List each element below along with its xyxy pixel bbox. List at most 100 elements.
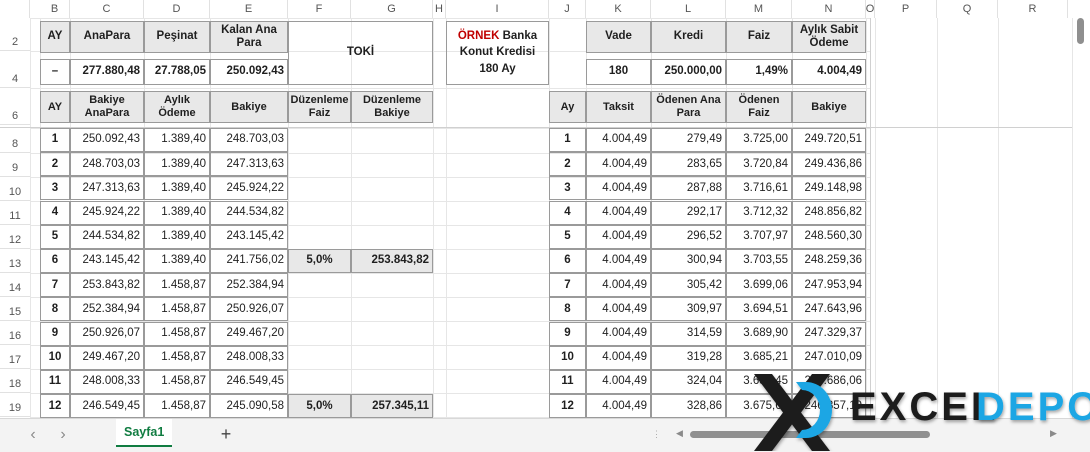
vertical-scroll-thumb[interactable] <box>1077 18 1084 44</box>
left-table-cell: 1.458,87 <box>144 345 210 370</box>
column-header-m[interactable]: M <box>726 0 792 18</box>
row-header-19[interactable]: 19 <box>0 393 30 417</box>
left-table-cell: 245.924,22 <box>210 176 288 201</box>
right-table-cell: 3.699,06 <box>726 273 792 298</box>
left-table-cell: 250.926,07 <box>70 321 144 346</box>
left-table-cell: 11 <box>40 370 70 394</box>
right-table-cell: 300,94 <box>651 249 726 273</box>
gridline <box>937 18 938 418</box>
column-header-f[interactable]: F <box>288 0 351 18</box>
left-table-cell: 3 <box>40 176 70 201</box>
right-table-cell: 5 <box>549 224 586 249</box>
right-table-cell: 3.694,51 <box>726 297 792 322</box>
right-table-cell: 3.685,21 <box>726 345 792 370</box>
summary-header-0: AY <box>40 21 70 53</box>
left-table-cell: 249.467,20 <box>70 345 144 370</box>
column-header-c[interactable]: C <box>70 0 144 18</box>
row-header-12[interactable]: 12 <box>0 225 30 249</box>
left-table-cell: 250.092,43 <box>70 128 144 152</box>
row-header-6[interactable]: 6 <box>0 88 30 125</box>
row-header-4[interactable]: 4 <box>0 51 30 88</box>
row-header-15[interactable]: 15 <box>0 297 30 321</box>
gridline <box>866 18 867 418</box>
right-table-cell: 249.436,86 <box>792 152 866 177</box>
more-options-icon[interactable]: ⋮ <box>652 429 661 440</box>
column-header-e[interactable]: E <box>210 0 288 18</box>
left-table-cell: 2 <box>40 152 70 177</box>
column-header-n[interactable]: N <box>792 0 866 18</box>
column-header-i[interactable]: I <box>446 0 549 18</box>
column-header-q[interactable]: Q <box>937 0 998 18</box>
ornek-label: ÖRNEK <box>457 30 500 43</box>
right-table-cell: 6 <box>549 249 586 273</box>
right-table-cell: 292,17 <box>651 200 726 225</box>
row-header-2[interactable]: 2 <box>0 18 30 51</box>
column-header-b[interactable]: B <box>40 0 70 18</box>
column-header-o[interactable]: O <box>866 0 875 18</box>
row-header-10[interactable]: 10 <box>0 177 30 201</box>
column-header-k[interactable]: K <box>586 0 651 18</box>
row-header-11[interactable]: 11 <box>0 201 30 225</box>
right-table-header-1: Taksit <box>586 91 651 123</box>
left-table-cell: 248.703,03 <box>210 128 288 152</box>
left-table-cell: 4 <box>40 200 70 225</box>
right-table-cell: 1 <box>549 128 586 152</box>
left-table-cell-adjust-rate: 5,0% <box>288 394 351 419</box>
row-header-17[interactable]: 17 <box>0 345 30 369</box>
left-table-cell: 248.008,33 <box>70 370 144 394</box>
exceldepo-logo: EXCEL DEPO <box>754 374 1090 451</box>
right-table-cell: 247.010,09 <box>792 345 866 370</box>
right-table-cell: 3.720,84 <box>726 152 792 177</box>
right-table-header-0: Ay <box>549 91 586 123</box>
left-table-header-2: Aylık Ödeme <box>144 91 210 123</box>
vertical-scrollbar[interactable] <box>1073 18 1088 418</box>
column-header-p[interactable]: P <box>875 0 937 18</box>
prev-sheet-icon[interactable]: ‹ <box>24 426 42 444</box>
right-table-cell: 7 <box>549 273 586 298</box>
select-all-corner[interactable] <box>0 0 30 18</box>
row-header-16[interactable]: 16 <box>0 321 30 345</box>
left-table-cell: 10 <box>40 345 70 370</box>
right-table-cell: 328,86 <box>651 394 726 419</box>
left-table-cell: 1.389,40 <box>144 200 210 225</box>
column-header-j[interactable]: J <box>549 0 586 18</box>
row-header-14[interactable]: 14 <box>0 273 30 297</box>
left-table-cell-adjust-rate: 5,0% <box>288 249 351 273</box>
column-header-h[interactable]: H <box>433 0 446 18</box>
right-table-cell: 3.707,97 <box>726 224 792 249</box>
left-table-cell: 247.313,63 <box>70 176 144 201</box>
column-header-g[interactable]: G <box>351 0 433 18</box>
right-table-cell: 4.004,49 <box>586 152 651 177</box>
right-table-cell: 248.259,36 <box>792 249 866 273</box>
row-header-13[interactable]: 13 <box>0 249 30 273</box>
column-header-l[interactable]: L <box>651 0 726 18</box>
left-table-cell: 252.384,94 <box>210 273 288 298</box>
right-table-cell: 4.004,49 <box>586 200 651 225</box>
left-table-cell: 12 <box>40 394 70 419</box>
row-header-8[interactable]: 8 <box>0 128 30 153</box>
left-table-cell: 6 <box>40 249 70 273</box>
left-table-cell: 7 <box>40 273 70 298</box>
left-table-cell: 1.389,40 <box>144 249 210 273</box>
left-table-header-1: Bakiye AnaPara <box>70 91 144 123</box>
column-header-d[interactable]: D <box>144 0 210 18</box>
loan-header-1: Kredi <box>651 21 726 53</box>
gridline <box>30 18 870 19</box>
left-table-cell: 247.313,63 <box>210 152 288 177</box>
left-table-cell: 244.534,82 <box>210 200 288 225</box>
add-sheet-icon[interactable]: + <box>216 424 236 444</box>
left-table-cell-adjust-balance: 253.843,82 <box>351 249 433 273</box>
right-table-cell: 4.004,49 <box>586 394 651 419</box>
sheet-tab-sayfa1[interactable]: Sayfa1 <box>116 419 173 447</box>
next-sheet-icon[interactable]: › <box>54 426 72 444</box>
right-table-cell: 314,59 <box>651 321 726 346</box>
row-header-18[interactable]: 18 <box>0 369 30 393</box>
column-header-r[interactable]: R <box>998 0 1068 18</box>
banka-label: Banka <box>502 30 538 43</box>
left-table-cell-adjust-balance: 257.345,11 <box>351 394 433 419</box>
loan-value-3: 4.004,49 <box>792 59 866 85</box>
row-header-9[interactable]: 9 <box>0 153 30 177</box>
left-table-cell: 248.008,33 <box>210 345 288 370</box>
left-table-cell: 1.389,40 <box>144 224 210 249</box>
scroll-left-icon[interactable]: ◀ <box>676 428 683 439</box>
